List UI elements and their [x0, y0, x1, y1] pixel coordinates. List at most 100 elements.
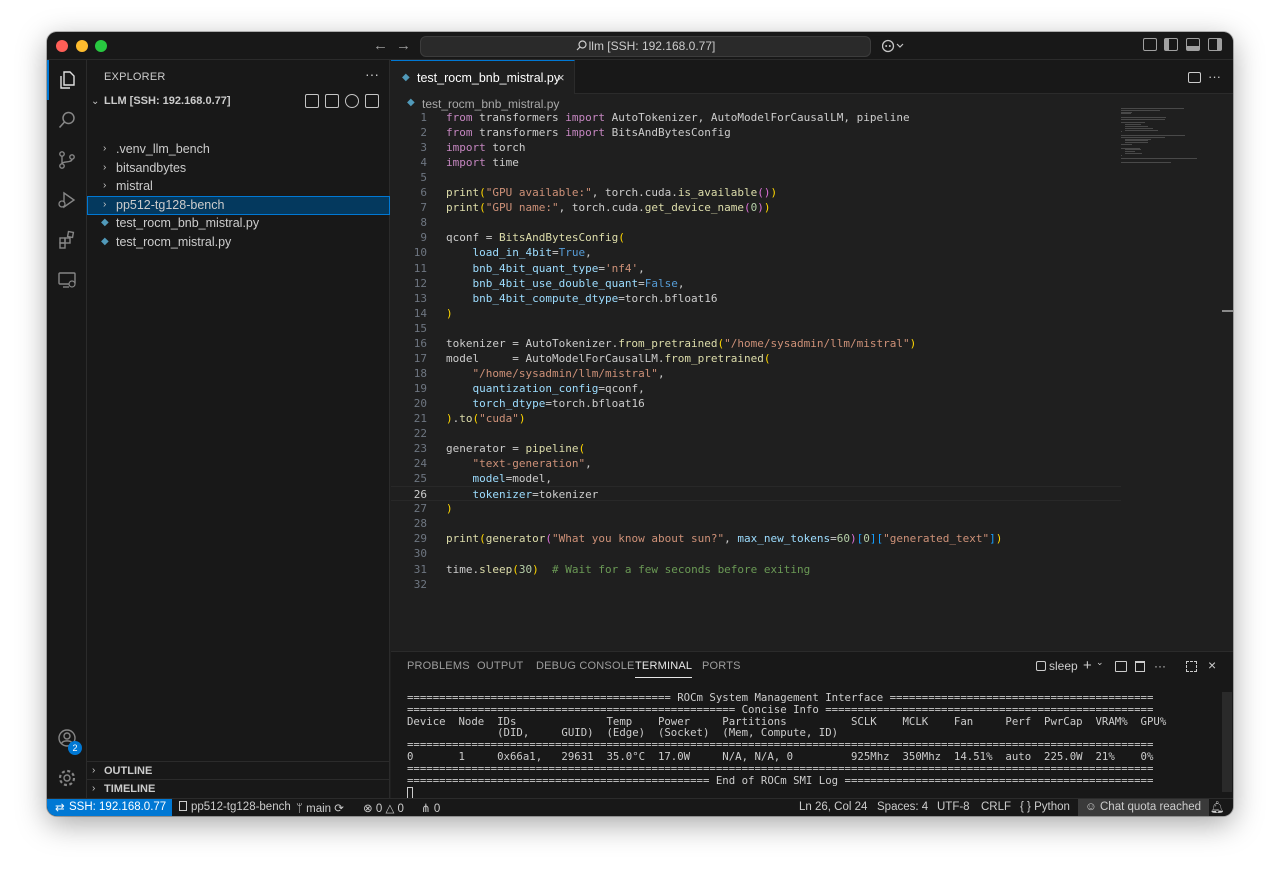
code-line[interactable]: 27) — [391, 501, 1121, 516]
remote-indicator[interactable]: ⇄ SSH: 192.168.0.77 — [47, 799, 172, 816]
code-line[interactable]: 23 generator = pipeline( — [391, 441, 1121, 456]
status-indentation[interactable]: Spaces: 4 — [877, 801, 928, 813]
terminal-instance[interactable]: sleep — [1036, 659, 1078, 673]
code-line[interactable]: 25 model=model, — [391, 471, 1121, 486]
window-close-button[interactable] — [56, 40, 68, 52]
code-line[interactable]: 32 — [391, 577, 1121, 592]
code-line[interactable]: 12 bnb_4bit_use_double_quant=False, — [391, 276, 1121, 291]
code-line[interactable]: 16 tokenizer = AutoTokenizer.from_pretrai… — [391, 336, 1121, 351]
code-line[interactable]: 21).to("cuda") — [391, 411, 1121, 426]
window-minimize-button[interactable] — [76, 40, 88, 52]
close-icon[interactable]: × — [557, 70, 565, 85]
chat-quota-status[interactable]: ☺ Chat quota reached — [1078, 799, 1209, 816]
status-branch[interactable]: ᛘ main ⟳ — [296, 801, 344, 815]
code-token: ) — [518, 412, 526, 425]
collapse-all-icon[interactable] — [365, 94, 379, 108]
back-arrow-icon[interactable]: ← — [373, 37, 388, 54]
status-language[interactable]: { } Python — [1020, 801, 1070, 813]
tab-problems[interactable]: PROBLEMS — [407, 660, 470, 672]
split-terminal-icon[interactable] — [1115, 661, 1127, 672]
code-editor[interactable]: 1 from transformers import AutoTokenizer,… — [391, 110, 1233, 650]
new-folder-icon[interactable] — [325, 94, 339, 108]
tree-item-pp512-bench[interactable]: › pp512-tg128-bench — [87, 196, 390, 215]
tab-output[interactable]: OUTPUT — [477, 660, 523, 672]
code-line[interactable]: 18 "/home/sysadmin/llm/mistral", — [391, 366, 1121, 381]
code-line[interactable]: 7 print("GPU name:", torch.cuda.get_devic… — [391, 200, 1121, 215]
code-line[interactable]: 13 bnb_4bit_compute_dtype=torch.bfloat16 — [391, 291, 1121, 306]
close-icon[interactable]: × — [1208, 657, 1216, 673]
window-maximize-button[interactable] — [95, 40, 107, 52]
explorer-icon[interactable] — [47, 60, 87, 100]
code-line[interactable]: 4 import time — [391, 155, 1121, 170]
maximize-panel-icon[interactable] — [1186, 661, 1197, 672]
status-ports[interactable]: ⋔ 0 — [421, 801, 440, 815]
workspace-root[interactable]: ⌄ LLM [SSH: 192.168.0.77] — [87, 92, 390, 112]
customize-layout-icon[interactable] — [1143, 38, 1157, 51]
tab-test-rocm-bnb-mistral[interactable]: ◆ test_rocm_bnb_mistral.py × — [391, 60, 575, 94]
tab-ports[interactable]: PORTS — [702, 660, 741, 672]
minimap[interactable] — [1121, 108, 1201, 168]
code-line[interactable]: 15 — [391, 321, 1121, 336]
editor-more-actions-icon[interactable]: ··· — [1208, 69, 1221, 84]
code-line[interactable]: 1 from transformers import AutoTokenizer,… — [391, 110, 1121, 125]
accounts-icon[interactable]: 2 — [47, 718, 87, 758]
code-line[interactable]: 22 — [391, 426, 1121, 441]
gear-icon[interactable] — [47, 758, 87, 798]
status-cursor-position[interactable]: Ln 26, Col 24 — [799, 801, 867, 813]
timeline-section[interactable]: › TIMELINE — [87, 779, 390, 797]
tree-item-mistral[interactable]: › mistral — [87, 177, 390, 196]
tree-item-label: .venv_llm_bench — [116, 142, 210, 156]
code-line[interactable]: 8 — [391, 215, 1121, 230]
status-eol[interactable]: CRLF — [981, 801, 1011, 813]
terminal-scrollbar[interactable] — [1222, 692, 1232, 792]
chevron-down-icon[interactable]: ⌄ — [1096, 657, 1104, 668]
tab-debug-console[interactable]: DEBUG CONSOLE — [536, 660, 635, 672]
toggle-panel-icon[interactable] — [1186, 38, 1200, 51]
tree-item-bitsandbytes[interactable]: › bitsandbytes — [87, 159, 390, 178]
outline-section[interactable]: › OUTLINE — [87, 761, 390, 779]
code-line[interactable]: 19 quantization_config=qconf, — [391, 381, 1121, 396]
code-line[interactable]: 2 from transformers import BitsAndBytesCo… — [391, 125, 1121, 140]
toggle-secondary-sidebar-icon[interactable] — [1208, 38, 1222, 51]
tab-terminal[interactable]: TERMINAL — [635, 660, 693, 678]
breadcrumb-file[interactable]: test_rocm_bnb_mistral.py — [422, 97, 559, 111]
code-line[interactable]: 6 print("GPU available:", torch.cuda.is_a… — [391, 185, 1121, 200]
extensions-icon[interactable] — [47, 220, 87, 260]
search-icon[interactable] — [47, 100, 87, 140]
code-line[interactable]: 26 tokenizer=tokenizer — [391, 486, 1121, 502]
refresh-icon[interactable] — [345, 94, 359, 108]
code-line[interactable]: 30 — [391, 546, 1121, 561]
explorer-more-actions-icon[interactable]: ··· — [365, 66, 379, 82]
remote-explorer-icon[interactable] — [47, 260, 87, 300]
code-line[interactable]: 20 torch_dtype=torch.bfloat16 — [391, 396, 1121, 411]
tree-item-test-rocm-bnb-mistral[interactable]: ◆ test_rocm_bnb_mistral.py — [87, 214, 390, 233]
code-line[interactable]: 17 model = AutoModelForCausalLM.from_pret… — [391, 351, 1121, 366]
source-control-icon[interactable] — [47, 140, 87, 180]
split-editor-icon[interactable] — [1188, 72, 1201, 83]
code-line[interactable]: 10 load_in_4bit=True, — [391, 245, 1121, 260]
code-line[interactable]: 5 — [391, 170, 1121, 185]
status-folder[interactable]: pp512-tg128-bench — [179, 801, 291, 813]
bell-icon[interactable]: 🔔︎ — [1210, 800, 1225, 814]
code-line[interactable]: 28 — [391, 516, 1121, 531]
code-line[interactable]: 31 time.sleep(30) # Wait for a few second… — [391, 562, 1121, 577]
code-line[interactable]: 3 import torch — [391, 140, 1121, 155]
copilot-icon[interactable] — [882, 39, 904, 53]
command-center[interactable]: llm [SSH: 192.168.0.77] — [420, 36, 871, 57]
status-problems[interactable]: ⊗ 0 △ 0 — [363, 801, 404, 815]
code-line[interactable]: 24 "text-generation", — [391, 456, 1121, 471]
new-file-icon[interactable] — [305, 94, 319, 108]
new-terminal-icon[interactable]: + — [1083, 657, 1092, 674]
forward-arrow-icon[interactable]: → — [396, 37, 411, 54]
panel-more-actions-icon[interactable]: ··· — [1154, 659, 1166, 673]
code-line[interactable]: 14) — [391, 306, 1121, 321]
trash-icon[interactable] — [1135, 661, 1145, 672]
status-encoding[interactable]: UTF-8 — [937, 801, 970, 813]
code-line[interactable]: 29 print(generator("What you know about s… — [391, 531, 1121, 546]
tree-item-test-rocm-mistral[interactable]: ◆ test_rocm_mistral.py — [87, 233, 390, 252]
tree-item-venv[interactable]: › .venv_llm_bench — [87, 140, 390, 159]
code-line[interactable]: 9 qconf = BitsAndBytesConfig( — [391, 230, 1121, 245]
toggle-primary-sidebar-icon[interactable] — [1164, 38, 1178, 51]
code-line[interactable]: 11 bnb_4bit_quant_type='nf4', — [391, 261, 1121, 276]
run-and-debug-icon[interactable] — [47, 180, 87, 220]
